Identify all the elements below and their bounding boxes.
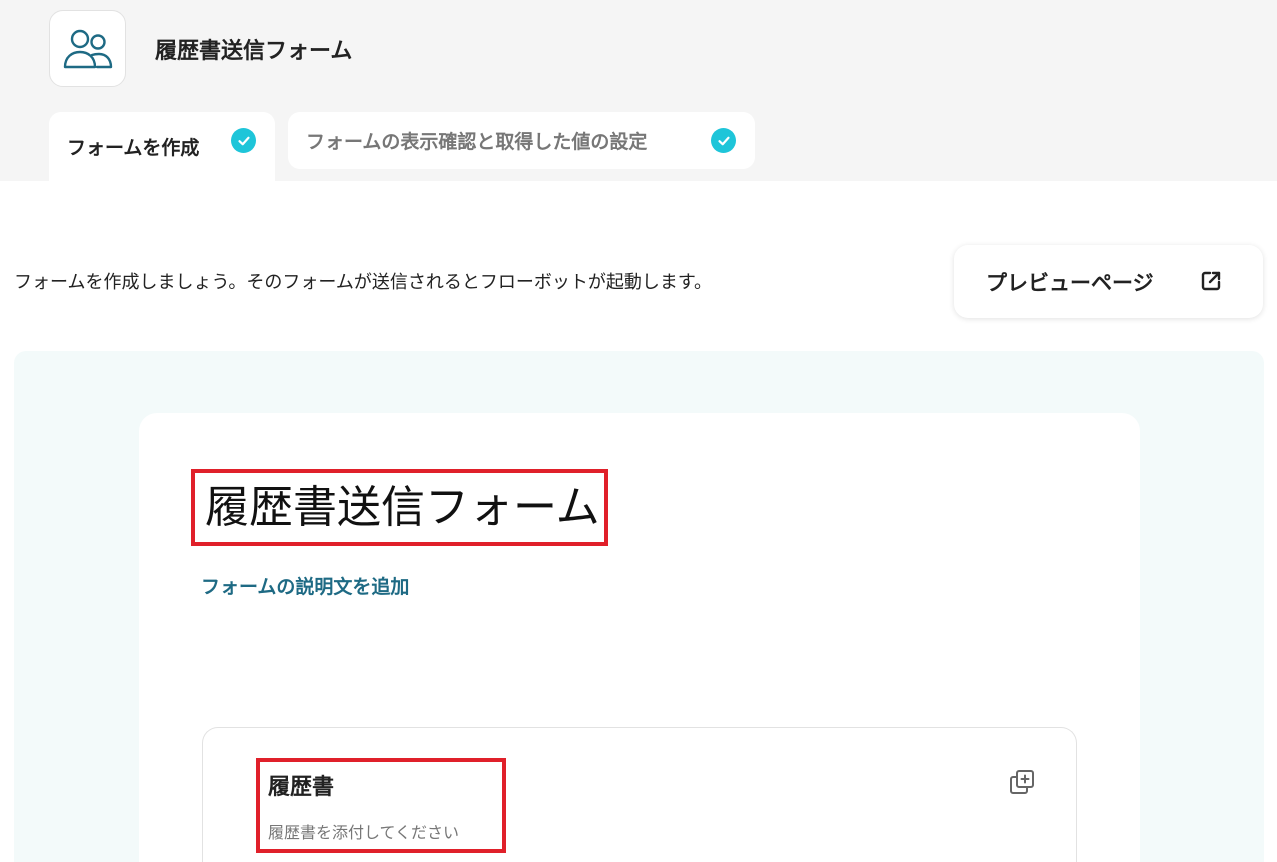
app-icon-box [49,10,126,87]
add-description-link[interactable]: フォームの説明文を追加 [201,572,409,599]
external-link-icon [1201,271,1221,291]
field-help-text[interactable]: 履歴書を添付してください [268,819,459,843]
preview-page-button[interactable]: プレビューページ [954,245,1263,318]
field-label[interactable]: 履歴書 [268,769,334,801]
check-circle-icon [711,128,736,153]
app-title: 履歴書送信フォーム [155,39,353,64]
users-icon [63,29,112,68]
tab-preview-settings-label: フォームの表示確認と取得した値の設定 [306,131,648,153]
duplicate-icon[interactable] [1008,768,1036,796]
form-title[interactable]: 履歴書送信フォーム [205,480,600,536]
tab-create-form[interactable]: フォームを作成 [49,112,275,181]
tab-preview-settings[interactable]: フォームの表示確認と取得した値の設定 [288,112,755,169]
check-circle-icon [231,128,256,153]
preview-page-button-label: プレビューページ [986,270,1154,295]
intro-text: フォームを作成しましょう。そのフォームが送信されるとフローボットが起動します。 [14,272,713,293]
tab-create-form-label: フォームを作成 [67,137,200,159]
